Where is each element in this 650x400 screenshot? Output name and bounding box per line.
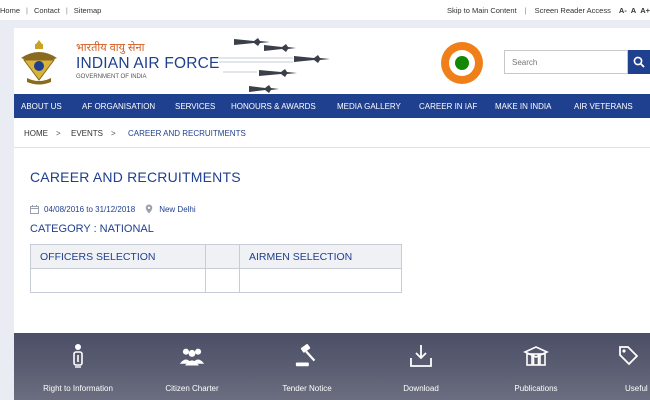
breadcrumb-current: CAREER AND RECRUITMENTS bbox=[128, 129, 246, 138]
quick-link-label: Right to Information bbox=[43, 384, 113, 393]
font-decrease-button[interactable]: A- bbox=[619, 6, 627, 15]
selection-table: OFFICERS SELECTION AIRMEN SELECTION bbox=[30, 244, 402, 293]
event-meta: 04/08/2016 to 31/12/2018 New Delhi bbox=[30, 204, 196, 214]
iaf-emblem-icon[interactable] bbox=[18, 38, 60, 86]
officers-selection-header: OFFICERS SELECTION bbox=[30, 244, 206, 269]
group-icon bbox=[179, 343, 205, 369]
quick-link-label: Useful bbox=[625, 384, 648, 393]
nav-item-air-veterans[interactable]: AIR VETERANS bbox=[574, 102, 633, 111]
nav-item-about-us[interactable]: ABOUT US bbox=[21, 102, 62, 111]
screen-reader-link[interactable]: Screen Reader Access bbox=[535, 6, 611, 15]
home-link[interactable]: Home bbox=[0, 6, 20, 15]
brand-name-english: INDIAN AIR FORCE bbox=[76, 55, 220, 72]
sitemap-link[interactable]: Sitemap bbox=[74, 6, 102, 15]
table-cell bbox=[30, 268, 206, 293]
jets-formation-icon bbox=[219, 38, 330, 93]
quick-link-useful[interactable]: Useful bbox=[595, 343, 650, 398]
quick-links-footer: Right to Information Citizen Charter Ten… bbox=[14, 333, 650, 400]
gavel-icon bbox=[294, 343, 320, 369]
tag-icon bbox=[615, 343, 641, 369]
quick-link-right-to-information[interactable]: Right to Information bbox=[23, 343, 133, 398]
nav-item-career-in-iaf[interactable]: CAREER IN IAF bbox=[419, 102, 477, 111]
font-size-controls: A- A A+ bbox=[619, 6, 650, 15]
event-category: CATEGORY : NATIONAL bbox=[30, 223, 154, 235]
separator: | bbox=[524, 6, 527, 15]
quick-link-citizen-charter[interactable]: Citizen Charter bbox=[137, 343, 247, 398]
table-header-row: OFFICERS SELECTION AIRMEN SELECTION bbox=[30, 244, 402, 269]
breadcrumb-separator: > bbox=[111, 129, 116, 138]
separator: | bbox=[26, 6, 28, 15]
quick-link-label: Download bbox=[403, 384, 439, 393]
quick-link-publications[interactable]: Publications bbox=[481, 343, 591, 398]
quick-link-label: Citizen Charter bbox=[165, 384, 219, 393]
search-icon bbox=[633, 56, 645, 68]
quick-link-download[interactable]: Download bbox=[366, 343, 476, 398]
site-header: भारतीय वायु सेना INDIAN AIR FORCE GOVERN… bbox=[14, 28, 650, 94]
brand-block[interactable]: भारतीय वायु सेना INDIAN AIR FORCE GOVERN… bbox=[76, 42, 220, 81]
nav-item-make-in-india[interactable]: MAKE IN INDIA bbox=[495, 102, 551, 111]
event-date-range: 04/08/2016 to 31/12/2018 bbox=[44, 204, 136, 214]
books-icon bbox=[523, 343, 549, 369]
airmen-selection-header: AIRMEN SELECTION bbox=[239, 244, 402, 269]
quick-link-tender-notice[interactable]: Tender Notice bbox=[252, 343, 362, 398]
calendar-icon bbox=[30, 204, 39, 214]
nav-item-services[interactable]: SERVICES bbox=[175, 102, 215, 111]
breadcrumb-events[interactable]: EVENTS bbox=[71, 129, 103, 138]
info-person-icon bbox=[65, 343, 91, 369]
iaf-roundel-icon bbox=[441, 42, 483, 84]
font-normal-button[interactable]: A bbox=[631, 6, 636, 15]
table-header-cell bbox=[205, 244, 240, 269]
page-title: CAREER AND RECRUITMENTS bbox=[30, 169, 241, 185]
quick-link-label: Tender Notice bbox=[282, 384, 332, 393]
government-line: GOVERNMENT OF INDIA bbox=[76, 74, 147, 80]
breadcrumb: HOME > EVENTS > CAREER AND RECRUITMENTS bbox=[14, 118, 650, 148]
breadcrumb-separator: > bbox=[56, 129, 61, 138]
nav-item-af-organisation[interactable]: AF ORGANISATION bbox=[82, 102, 155, 111]
breadcrumb-home[interactable]: HOME bbox=[24, 129, 48, 138]
table-cell bbox=[239, 268, 402, 293]
page-frame: भारतीय वायु सेना INDIAN AIR FORCE GOVERN… bbox=[14, 28, 650, 400]
search-input[interactable] bbox=[504, 50, 628, 74]
brand-name-hindi: भारतीय वायु सेना bbox=[76, 42, 145, 54]
contact-link[interactable]: Contact bbox=[34, 6, 60, 15]
nav-item-honours-awards[interactable]: HONOURS & AWARDS bbox=[231, 102, 316, 111]
table-cell bbox=[205, 268, 240, 293]
search-button[interactable] bbox=[628, 50, 650, 74]
font-increase-button[interactable]: A+ bbox=[640, 6, 650, 15]
main-content: CAREER AND RECRUITMENTS 04/08/2016 to 31… bbox=[14, 149, 650, 333]
location-pin-icon bbox=[145, 204, 153, 214]
skip-to-main-link[interactable]: Skip to Main Content bbox=[447, 6, 517, 15]
utility-bar: Home | Contact | Sitemap Skip to Main Co… bbox=[0, 0, 650, 20]
event-location: New Delhi bbox=[159, 204, 196, 214]
download-tray-icon bbox=[408, 343, 434, 369]
main-nav: ABOUT US AF ORGANISATION SERVICES HONOUR… bbox=[14, 94, 650, 118]
quick-link-label: Publications bbox=[514, 384, 558, 393]
table-row bbox=[30, 268, 402, 293]
nav-item-media-gallery[interactable]: MEDIA GALLERY bbox=[337, 102, 401, 111]
separator: | bbox=[65, 6, 68, 15]
